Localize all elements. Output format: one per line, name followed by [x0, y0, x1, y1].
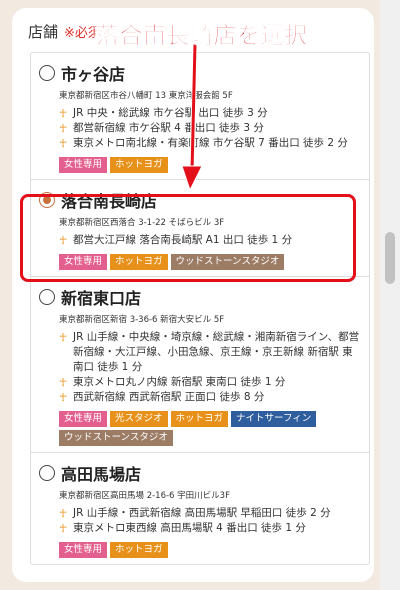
- access-text: 都営大江戸線 落合南長崎駅 A1 出口 徒歩 1 分: [73, 234, 293, 246]
- feature-tag: 女性専用: [59, 411, 108, 427]
- scrollbar-thumb[interactable]: [385, 232, 395, 284]
- access-text: 東京メトロ丸ノ内線 新宿駅 東南口 徒歩 1 分: [73, 376, 286, 388]
- walking-person-icon: ☥: [59, 522, 68, 535]
- store-option[interactable]: 市ヶ谷店東京都新宿区市谷八幡町 13 東京洋服会館 5F ☥ JR 中央・総武線 市…: [31, 53, 369, 180]
- access-line: ☥ JR 中央・総武線 市ケ谷駅 出口 徒歩 3 分: [59, 106, 361, 121]
- feature-tag: 女性専用: [59, 542, 108, 558]
- store-tags: 女性専用 光スタジオ ホットヨガ ナイトサーフィンウッドストーンスタジオ: [59, 411, 361, 446]
- store-radio[interactable]: [39, 465, 55, 481]
- store-tags: 女性専用 ホットヨガ: [59, 542, 361, 558]
- store-tags: 女性専用 ホットヨガ ウッドストーンスタジオ: [59, 254, 361, 270]
- access-text: JR 中央・総武線 市ケ谷駅 出口 徒歩 3 分: [73, 107, 268, 119]
- feature-tag: ホットヨガ: [170, 411, 229, 427]
- feature-tag: ナイトサーフィン: [231, 411, 317, 427]
- store-address: 東京都新宿区市谷八幡町 13 東京洋服会館 5F: [59, 91, 233, 101]
- store-name: 落合南長崎店: [61, 192, 158, 211]
- walking-person-icon: ☥: [59, 137, 68, 150]
- walking-person-icon: ☥: [59, 376, 68, 389]
- access-text: 都営新宿線 市ケ谷駅 4 番出口 徒歩 3 分: [73, 122, 264, 134]
- field-header: 店舗 ※必須: [28, 20, 101, 42]
- store-option[interactable]: 高田馬場店東京都新宿区高田馬場 2-16-6 宇田川ビル3F ☥ JR 山手線・西武…: [31, 453, 369, 564]
- access-text: JR 山手線・西武新宿線 高田馬場駅 早稲田口 徒歩 2 分: [73, 507, 331, 519]
- walking-person-icon: ☥: [59, 122, 68, 135]
- access-line: ☥ JR 山手線・西武新宿線 高田馬場駅 早稲田口 徒歩 2 分: [59, 506, 361, 521]
- feature-tag: 光スタジオ: [110, 411, 168, 427]
- walking-person-icon: ☥: [59, 507, 68, 520]
- feature-tag: ウッドストーンスタジオ: [170, 254, 285, 270]
- feature-tag: ウッドストーンスタジオ: [59, 430, 173, 446]
- access-line: ☥ 東京メトロ丸ノ内線 新宿駅 東南口 徒歩 1 分: [59, 375, 361, 390]
- store-radio[interactable]: [39, 192, 55, 208]
- store-name-row[interactable]: 落合南長崎店: [39, 186, 361, 214]
- access-line: ☥ 東京メトロ東西線 高田馬場駅 4 番出口 徒歩 1 分: [59, 521, 361, 536]
- store-name: 高田馬場店: [61, 465, 142, 484]
- store-list: 市ヶ谷店東京都新宿区市谷八幡町 13 東京洋服会館 5F ☥ JR 中央・総武線 市…: [30, 52, 370, 565]
- scrollbar-track[interactable]: [380, 0, 400, 590]
- access-text: 東京メトロ東西線 高田馬場駅 4 番出口 徒歩 1 分: [73, 522, 306, 534]
- store-option[interactable]: 落合南長崎店東京都新宿区西落合 3-1-22 そばらビル 3F ☥ 都営大江戸線 落…: [31, 180, 369, 277]
- access-line: ☥ 西武新宿線 西武新宿駅 正面口 徒歩 8 分: [59, 390, 361, 405]
- access-line: ☥ 東京メトロ南北線・有楽町線 市ケ谷駅 7 番出口 徒歩 2 分: [59, 136, 361, 151]
- feature-tag: ホットヨガ: [110, 542, 168, 558]
- access-line: ☥ 都営大江戸線 落合南長崎駅 A1 出口 徒歩 1 分: [59, 233, 361, 248]
- store-radio[interactable]: [39, 289, 55, 305]
- walking-person-icon: ☥: [59, 234, 68, 247]
- store-name: 新宿東口店: [61, 289, 142, 308]
- walking-person-icon: ☥: [59, 107, 68, 120]
- feature-tag: 女性専用: [59, 157, 108, 173]
- store-address: 東京都新宿区西落合 3-1-22 そばらビル 3F: [59, 218, 225, 228]
- store-name: 市ヶ谷店: [61, 65, 126, 84]
- feature-tag: ホットヨガ: [110, 157, 168, 173]
- walking-person-icon: ☥: [59, 331, 68, 344]
- store-address: 東京都新宿区高田馬場 2-16-6 宇田川ビル3F: [59, 491, 230, 501]
- access-text: 西武新宿線 西武新宿駅 正面口 徒歩 8 分: [73, 391, 265, 403]
- store-name-row[interactable]: 新宿東口店: [39, 283, 361, 311]
- annotation-text: 落合南長崎店を選択: [96, 23, 308, 50]
- walking-person-icon: ☥: [59, 391, 68, 404]
- store-selection-panel: 店舗 ※必須 市ヶ谷店東京都新宿区市谷八幡町 13 東京洋服会館 5F ☥ JR 中…: [12, 8, 374, 582]
- access-line: ☥ JR 山手線・中央線・埼京線・総武線・湘南新宿ライン、都営新宿線・大江戸線、小…: [59, 330, 361, 375]
- store-name-row[interactable]: 市ヶ谷店: [39, 59, 361, 87]
- access-text: 東京メトロ南北線・有楽町線 市ケ谷駅 7 番出口 徒歩 2 分: [73, 137, 348, 149]
- access-text: JR 山手線・中央線・埼京線・総武線・湘南新宿ライン、都営新宿線・大江戸線、小田…: [73, 331, 360, 373]
- field-label: 店舗: [28, 22, 59, 41]
- store-address: 東京都新宿区新宿 3-36-6 新宿大安ビル 5F: [59, 315, 225, 325]
- feature-tag: 女性専用: [59, 254, 108, 270]
- store-option[interactable]: 新宿東口店東京都新宿区新宿 3-36-6 新宿大安ビル 5F ☥ JR 山手線・中央…: [31, 277, 369, 453]
- access-line: ☥ 都営新宿線 市ケ谷駅 4 番出口 徒歩 3 分: [59, 121, 361, 136]
- store-name-row[interactable]: 高田馬場店: [39, 459, 361, 487]
- store-tags: 女性専用 ホットヨガ: [59, 157, 361, 173]
- store-radio[interactable]: [39, 65, 55, 81]
- feature-tag: ホットヨガ: [110, 254, 168, 270]
